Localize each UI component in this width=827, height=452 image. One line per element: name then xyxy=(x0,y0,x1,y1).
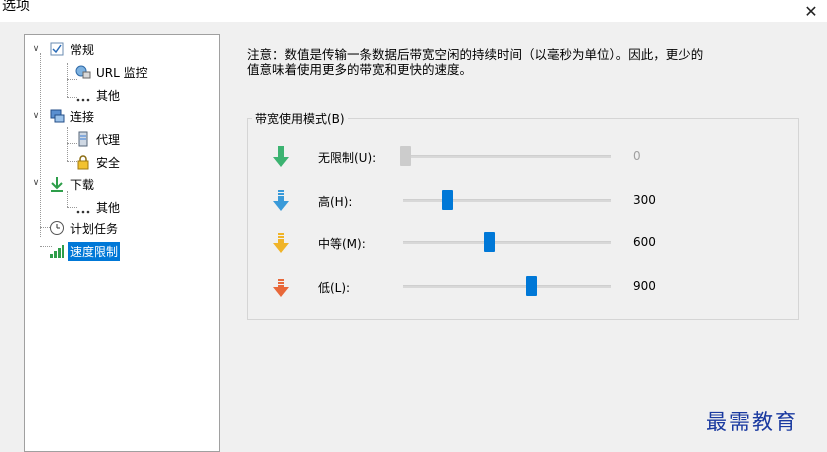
network-icon xyxy=(49,108,65,124)
slider-track xyxy=(403,199,611,202)
row-value: 0 xyxy=(633,149,641,163)
bandwidth-row-medium: 中等(M): 600 xyxy=(0,229,827,255)
bandwidth-group-title: 带宽使用模式(B) xyxy=(252,113,348,125)
speed-slider-medium[interactable] xyxy=(484,232,495,252)
slider-track xyxy=(403,241,611,244)
chevron-down-icon[interactable]: ∨ xyxy=(31,44,41,54)
row-label: 中等(M): xyxy=(318,237,366,251)
speed-slider-high[interactable] xyxy=(442,190,453,210)
speed-slider-unlimited[interactable] xyxy=(400,146,411,166)
title-bar: 选项 ✕ xyxy=(0,0,827,22)
green-down-arrow-icon xyxy=(272,146,290,168)
chevron-down-icon[interactable]: ∨ xyxy=(31,111,41,121)
yellow-down-arrow-icon xyxy=(272,232,290,254)
blue-down-arrow-icon xyxy=(272,190,290,212)
window-title: 选项 xyxy=(2,0,30,14)
row-label: 无限制(U): xyxy=(318,151,377,165)
bandwidth-row-low: 低(L): 900 xyxy=(0,273,827,299)
settings-icon xyxy=(49,41,65,57)
dots-icon xyxy=(75,87,91,103)
slider-track xyxy=(403,285,611,288)
row-value: 600 xyxy=(633,235,656,249)
notice-text: 注意：数值是传输一条数据后带宽空闲的持续时间（以毫秒为单位）。因此，更少的 值意… xyxy=(247,47,807,77)
row-value: 900 xyxy=(633,279,656,293)
row-label: 低(L): xyxy=(318,281,351,295)
tree-item-label: 常规 xyxy=(70,42,95,57)
row-value: 300 xyxy=(633,193,656,207)
row-label: 高(H): xyxy=(318,195,353,209)
bandwidth-row-high: 高(H): 300 xyxy=(0,187,827,213)
speed-slider-low[interactable] xyxy=(526,276,537,296)
slider-track xyxy=(403,155,611,158)
tree-item-general[interactable]: 常规 xyxy=(49,39,96,59)
watermark-text: 最需教育 xyxy=(706,410,798,434)
tree-line xyxy=(67,63,68,97)
url-monitor-icon xyxy=(75,64,91,80)
tree-item-connection[interactable]: 连接 xyxy=(49,106,96,126)
tree-item-label: 其他 xyxy=(96,88,121,103)
notice-line: 注意：数值是传输一条数据后带宽空闲的持续时间（以毫秒为单位）。因此，更少的 xyxy=(247,47,704,62)
notice-line: 值意味着使用更多的带宽和更快的速度。 xyxy=(247,62,473,77)
tree-item-label: 连接 xyxy=(70,109,95,124)
tree-item-label: URL 监控 xyxy=(96,65,148,80)
tree-item-url-monitor[interactable]: URL 监控 xyxy=(75,62,150,82)
orange-down-arrow-icon xyxy=(272,276,290,298)
bandwidth-row-unlimited: 无限制(U): 0 xyxy=(0,143,827,169)
tree-item-other-general[interactable]: 其他 xyxy=(75,85,122,105)
close-button[interactable]: ✕ xyxy=(795,0,827,22)
